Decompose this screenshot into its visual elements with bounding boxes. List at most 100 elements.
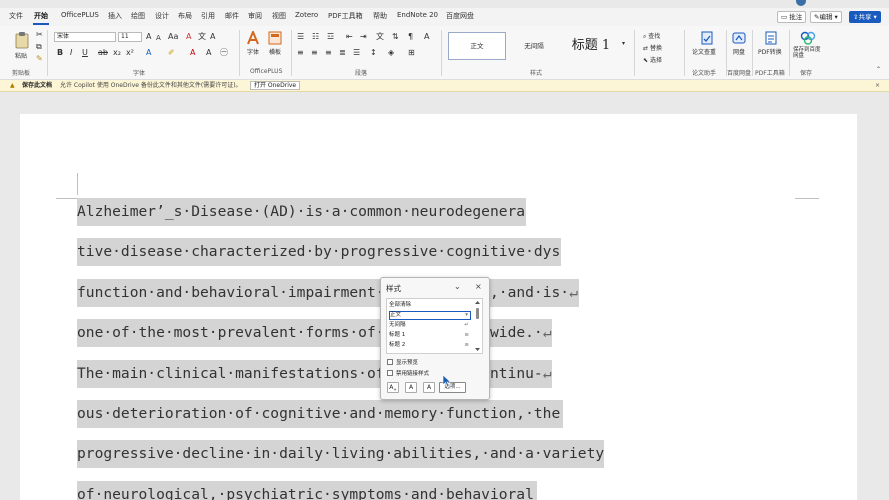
close-icon[interactable]: × xyxy=(875,80,880,91)
account-avatar[interactable] xyxy=(796,0,806,6)
style-inspector-button[interactable]: A xyxy=(405,382,417,393)
find-button[interactable]: ⌕ 查找 xyxy=(643,31,660,41)
text-line[interactable]: ous·deterioration·of·cognitive·and·memor… xyxy=(77,400,563,428)
numbering-icon[interactable]: ☷ xyxy=(312,33,319,41)
align-left-icon[interactable]: ≡ xyxy=(297,49,304,57)
tab-baidu-netdisk[interactable]: 百度网盘 xyxy=(446,11,474,21)
style-heading-1[interactable]: 标题 1 xyxy=(562,32,620,60)
text-line[interactable]: Alzheimer’_s·Disease·(AD)·is·a·common·ne… xyxy=(77,198,526,226)
select-button[interactable]: ⬉ 选择 xyxy=(643,55,662,64)
shrink-font-icon[interactable]: A xyxy=(156,34,161,42)
netdisk-button[interactable]: 网盘 xyxy=(730,29,748,63)
bullets-icon[interactable]: ☰ xyxy=(297,33,304,41)
subscript-icon[interactable]: x₂ xyxy=(113,49,121,57)
style-no-spacing[interactable]: 无间隔 xyxy=(505,32,563,60)
chinese-layout-icon[interactable]: 文 xyxy=(376,33,384,41)
text-line[interactable]: tive·disease·characterized·by·progressiv… xyxy=(77,238,561,266)
pdf-convert-button[interactable]: PDF转换 xyxy=(756,29,786,63)
tab-file[interactable]: 文件 xyxy=(9,11,23,21)
paper-check-button[interactable]: 论文查重 xyxy=(690,29,724,63)
tab-zotero[interactable]: Zotero xyxy=(295,11,318,19)
tab-endnote[interactable]: EndNote 20 xyxy=(397,11,438,19)
show-preview-checkbox[interactable] xyxy=(387,359,393,365)
justify-icon[interactable]: ≣ xyxy=(339,49,346,57)
chevron-down-icon[interactable]: ⌄ xyxy=(454,282,461,291)
show-marks-icon[interactable]: ¶ xyxy=(408,33,413,41)
borders-icon[interactable]: ⊞ xyxy=(408,49,415,57)
grow-font-icon[interactable]: A xyxy=(146,33,151,41)
distributed-icon[interactable]: ☰ xyxy=(353,49,360,57)
list-item[interactable]: 标题 2 ≡ xyxy=(389,341,471,350)
close-icon[interactable]: × xyxy=(475,282,482,291)
text-line[interactable]: progressive·decline·in·daily·living·abil… xyxy=(77,440,604,468)
share-button[interactable]: ⇪共享 ▾ xyxy=(849,11,881,23)
decrease-indent-icon[interactable]: ⇤ xyxy=(346,33,353,41)
tab-review[interactable]: 审阅 xyxy=(248,11,262,21)
highlight-icon[interactable]: ✐ xyxy=(168,49,175,57)
shading-icon[interactable]: A xyxy=(206,49,211,57)
text-line-tail[interactable]: wide.·↵ xyxy=(490,319,552,347)
styles-more-icon[interactable]: ▾ xyxy=(622,40,625,48)
paste-button[interactable]: 粘贴 xyxy=(10,29,34,63)
tab-home[interactable]: 开始 xyxy=(33,11,49,25)
officeplus-layout-button[interactable]: 横板 xyxy=(266,29,284,63)
list-item[interactable]: 全部清除 xyxy=(389,301,471,310)
comments-button[interactable]: ▭ 批注 xyxy=(777,11,807,23)
multilevel-list-icon[interactable]: ☲ xyxy=(327,33,334,41)
font-color-icon[interactable]: A xyxy=(190,49,195,57)
text-line-tail[interactable]: ntinu-↵ xyxy=(490,360,552,388)
cut-icon[interactable]: ✂ xyxy=(36,31,43,39)
char-scale-icon[interactable]: A xyxy=(424,33,429,41)
tab-officeplus[interactable]: OfficePLUS xyxy=(61,11,99,19)
styles-pane[interactable]: 样式 ⌄ × 全部清除 正文 ▾ 无间隔 ↵ 标题 1 ≡ 标题 2 ≡ 显示预览 禁用… xyxy=(380,277,490,400)
change-case-icon[interactable]: Aa xyxy=(168,33,178,41)
font-name-select[interactable]: 宋体 xyxy=(54,32,116,42)
tab-references[interactable]: 引用 xyxy=(201,11,215,21)
clear-format-icon[interactable]: A xyxy=(186,33,191,41)
text-effects-icon[interactable]: A xyxy=(146,49,151,57)
tab-design[interactable]: 设计 xyxy=(155,11,169,21)
superscript-icon[interactable]: x² xyxy=(126,49,134,57)
styles-list[interactable]: 全部清除 正文 ▾ 无间隔 ↵ 标题 1 ≡ 标题 2 ≡ xyxy=(386,298,483,354)
enclose-char-icon[interactable]: ㊀ xyxy=(220,49,228,57)
bold-icon[interactable]: B xyxy=(57,49,63,57)
new-style-button[interactable]: A+ xyxy=(387,382,399,393)
style-normal[interactable]: 正文 xyxy=(448,32,506,60)
underline-icon[interactable]: U xyxy=(82,49,88,57)
collapse-ribbon-icon[interactable]: ⌃ xyxy=(876,66,881,74)
chevron-down-icon[interactable]: ▾ xyxy=(465,312,468,319)
copy-icon[interactable]: ⧉ xyxy=(36,43,42,51)
sort-icon[interactable]: ⇅ xyxy=(392,33,399,41)
tab-pdf-tools[interactable]: PDF工具箱 xyxy=(328,11,363,21)
editing-mode-button[interactable]: ✎编辑 ▾ xyxy=(810,11,842,23)
text-line[interactable]: of·neurological,·psychiatric·symptoms·an… xyxy=(77,481,537,500)
align-center-icon[interactable]: ≡ xyxy=(311,49,318,57)
tab-mailings[interactable]: 邮件 xyxy=(225,11,239,21)
save-to-netdisk-button[interactable]: 保存到百度网盘 xyxy=(793,29,823,63)
italic-icon[interactable]: I xyxy=(70,49,72,57)
tab-insert[interactable]: 插入 xyxy=(108,11,122,21)
tab-draw[interactable]: 绘图 xyxy=(131,11,145,21)
increase-indent-icon[interactable]: ⇥ xyxy=(360,33,367,41)
replace-button[interactable]: ⇄ 替换 xyxy=(643,43,662,52)
phonetic-guide-icon[interactable]: 文 xyxy=(198,33,206,41)
font-size-select[interactable]: 11 xyxy=(118,32,142,42)
tab-view[interactable]: 视图 xyxy=(272,11,286,21)
disable-linked-checkbox[interactable] xyxy=(387,370,393,376)
tab-help[interactable]: 帮助 xyxy=(373,11,387,21)
line-spacing-icon[interactable]: ↕ xyxy=(370,49,377,57)
format-painter-icon[interactable]: ✎ xyxy=(36,55,43,63)
list-item-selected[interactable]: 正文 ▾ xyxy=(389,311,471,320)
manage-styles-button[interactable]: A xyxy=(423,382,435,393)
char-border-icon[interactable]: A xyxy=(210,33,215,41)
strikethrough-icon[interactable]: ab xyxy=(98,49,108,57)
paragraph-shading-icon[interactable]: ◈ xyxy=(388,49,394,57)
scrollbar[interactable] xyxy=(474,300,481,352)
tab-layout[interactable]: 布局 xyxy=(178,11,192,21)
align-right-icon[interactable]: ≡ xyxy=(325,49,332,57)
open-onedrive-button[interactable]: 打开 OneDrive xyxy=(250,81,301,90)
list-item[interactable]: 无间隔 ↵ xyxy=(389,321,471,330)
list-item[interactable]: 标题 1 ≡ xyxy=(389,331,471,340)
officeplus-font-button[interactable]: 字体 xyxy=(244,29,262,63)
text-line-tail[interactable]: ,·and·is·↵ xyxy=(490,279,578,307)
